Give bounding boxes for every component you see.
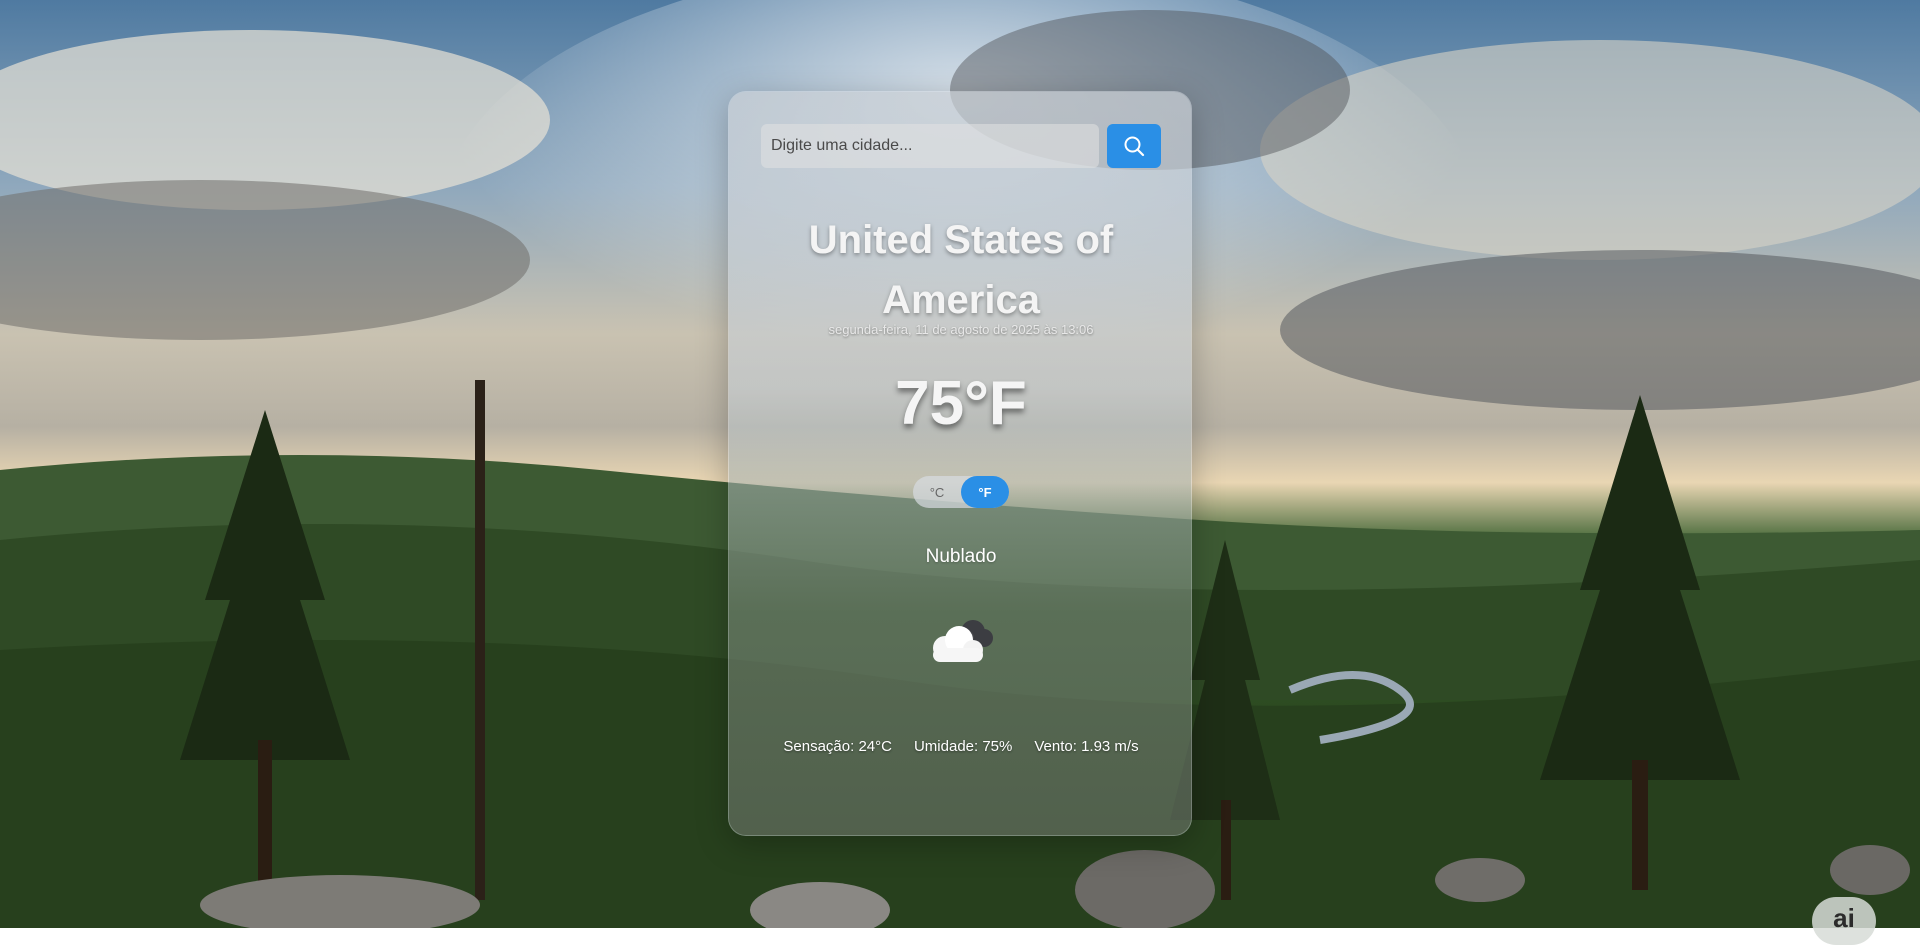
weather-card: United States of America segunda-feira, … xyxy=(728,91,1192,836)
humidity-value: Umidade: 75% xyxy=(913,738,1013,755)
search-icon xyxy=(1124,136,1145,157)
city-search-input[interactable] xyxy=(761,124,1099,168)
current-datetime: segunda-feira, 11 de agosto de 2025 às 1… xyxy=(828,322,1094,337)
unit-toggle: °C °F xyxy=(913,476,1009,508)
temperature-value: 75°F xyxy=(895,369,1027,438)
wind-value: Vento: 1.93 m/s xyxy=(1034,738,1139,755)
city-name: United States of America xyxy=(808,218,1114,322)
cloudy-icon xyxy=(923,614,999,668)
weather-description: Nublado xyxy=(925,546,997,567)
weather-details: Sensação: 24°C Umidade: 75% Vento: 1.93 … xyxy=(729,738,1191,755)
search-bar xyxy=(761,124,1161,168)
search-button[interactable] xyxy=(1107,124,1161,168)
fahrenheit-button[interactable]: °F xyxy=(961,476,1009,508)
feels-like-value: Sensação: 24°C xyxy=(783,738,892,755)
celsius-button[interactable]: °C xyxy=(913,476,961,508)
ai-assistant-badge[interactable]: ai xyxy=(1812,897,1876,945)
